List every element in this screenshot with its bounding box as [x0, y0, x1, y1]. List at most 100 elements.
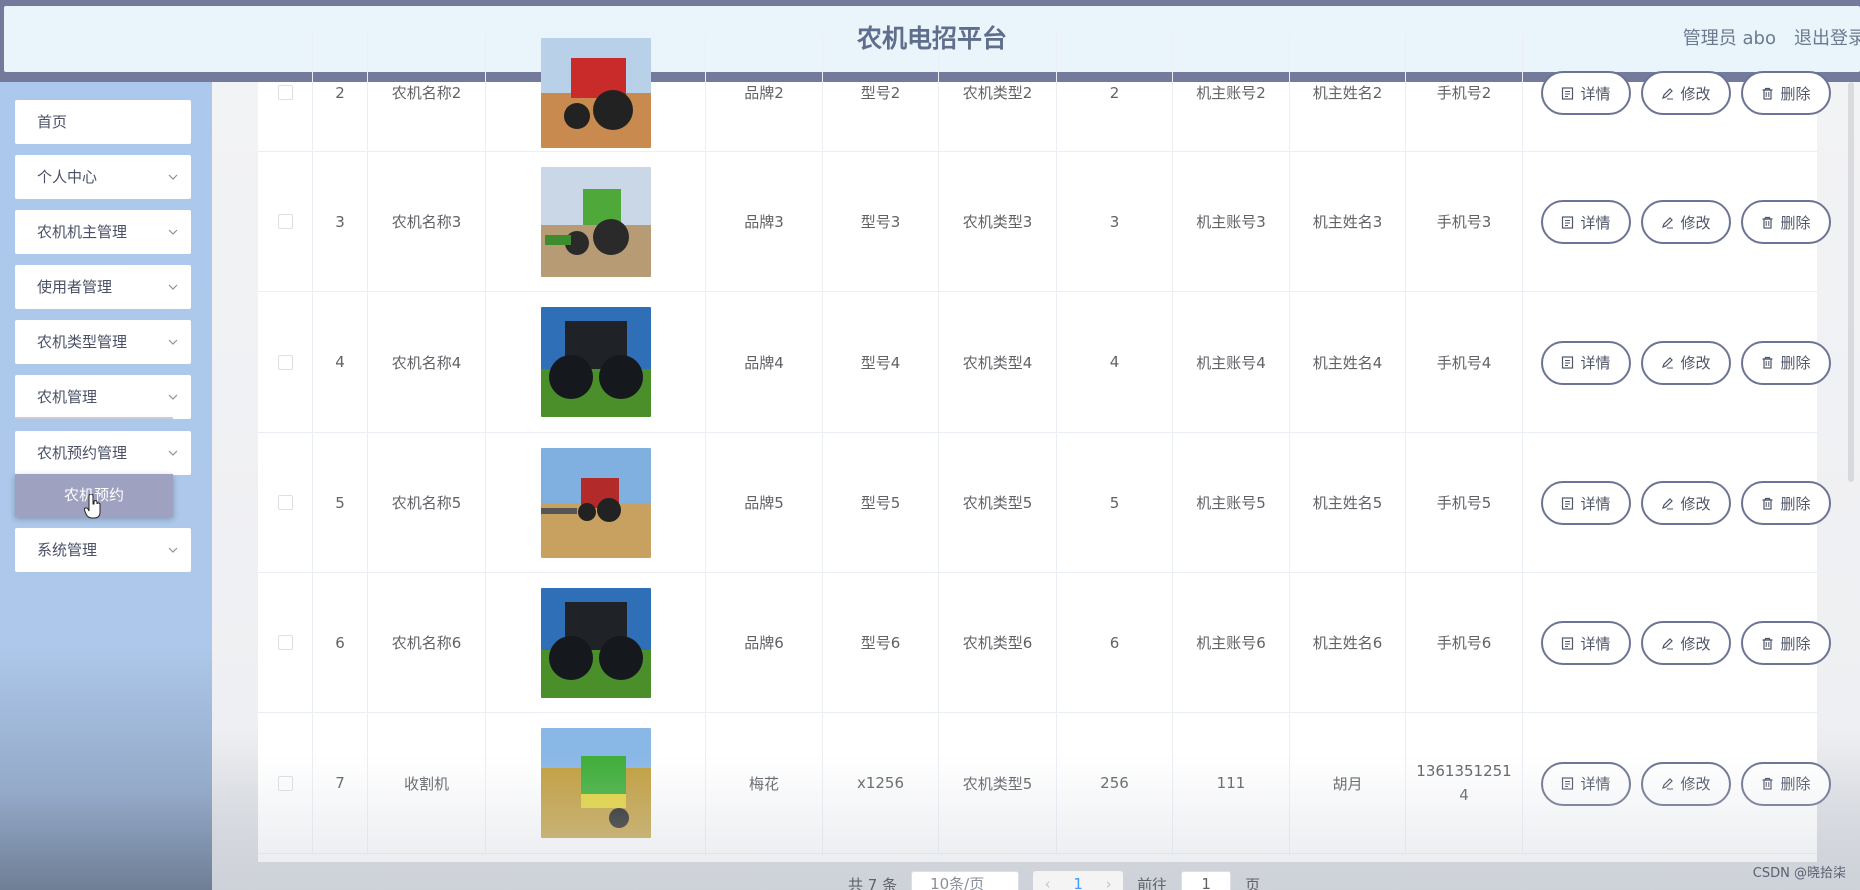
image-cell [486, 713, 706, 853]
menu-divider [15, 417, 173, 419]
cell-owner-account: 机主账号5 [1173, 433, 1290, 572]
delete-button[interactable]: 删除 [1741, 71, 1831, 115]
pencil-icon [1661, 356, 1674, 369]
row-checkbox[interactable] [277, 354, 293, 370]
page-size-select[interactable]: 10条/页 [911, 871, 1020, 890]
edit-button[interactable]: 修改 [1641, 71, 1731, 115]
cell-count: 3 [1057, 152, 1173, 291]
cell-index: 2 [313, 34, 368, 151]
detail-button[interactable]: 详情 [1541, 761, 1631, 806]
sidebar-item-label: 使用者管理 [37, 278, 113, 296]
table-row: 6 农机名称6 品牌6 型号6 农机类型6 6 机主账号6 机主姓名6 手机号6 详情 修改 删除 [258, 573, 1831, 713]
trash-icon [1761, 87, 1774, 100]
select-cell [258, 34, 313, 151]
cell-index: 6 [313, 573, 368, 712]
sidebar-item-type-management[interactable]: 农机类型管理 [15, 320, 191, 364]
edit-button[interactable]: 修改 [1641, 200, 1731, 244]
hand-cursor-icon [84, 494, 101, 519]
row-checkbox[interactable] [277, 775, 293, 791]
machine-table: 2 农机名称2 品牌2 型号2 农机类型2 2 机主账号2 机主姓名2 手机号2 详情 修改 删除 3 农… [258, 34, 1831, 862]
chevron-down-icon [167, 375, 179, 419]
chevron-down-icon [167, 528, 179, 572]
cell-count: 4 [1057, 292, 1173, 432]
goto-page-input[interactable]: 1 [1181, 871, 1232, 890]
cell-owner-name: 机主姓名4 [1290, 292, 1406, 432]
current-page[interactable]: 1 [1073, 875, 1083, 890]
button-label: 详情 [1580, 213, 1611, 232]
pencil-icon [1661, 637, 1674, 650]
detail-button[interactable]: 详情 [1541, 200, 1631, 244]
image-cell [486, 292, 706, 432]
row-checkbox[interactable] [277, 635, 293, 650]
pencil-icon [1661, 216, 1674, 229]
delete-button[interactable]: 删除 [1741, 761, 1831, 806]
document-icon [1561, 86, 1574, 100]
document-icon [1561, 636, 1574, 650]
cell-model: 型号2 [823, 34, 939, 151]
cell-type: 农机类型2 [939, 34, 1057, 151]
chevron-down-icon [167, 431, 179, 475]
sidebar-item-owner-management[interactable]: 农机机主管理 [15, 210, 191, 254]
machine-image [540, 307, 651, 417]
trash-icon [1761, 637, 1774, 650]
pencil-icon [1661, 87, 1674, 100]
delete-button[interactable]: 删除 [1741, 481, 1831, 525]
button-label: 修改 [1680, 775, 1711, 793]
trash-icon [1761, 356, 1774, 369]
phone-line: 1361351251 [1416, 762, 1512, 780]
edit-button[interactable]: 修改 [1641, 340, 1731, 385]
edit-button[interactable]: 修改 [1641, 761, 1731, 806]
select-cell [258, 433, 313, 572]
row-checkbox[interactable] [277, 85, 293, 100]
machine-image [540, 587, 651, 698]
document-icon [1561, 356, 1574, 369]
cell-brand: 梅花 [706, 713, 823, 853]
cell-owner-name: 机主姓名2 [1290, 34, 1406, 151]
scrollbar[interactable] [1848, 82, 1854, 482]
detail-button[interactable]: 详情 [1541, 621, 1631, 665]
cell-type: 农机类型5 [939, 713, 1057, 853]
cell-model: 型号6 [823, 573, 939, 712]
sidebar-item-reservation-management[interactable]: 农机预约管理 [15, 431, 191, 475]
image-cell [486, 573, 706, 712]
delete-button[interactable]: 删除 [1741, 340, 1831, 385]
edit-button[interactable]: 修改 [1641, 481, 1731, 525]
cell-model: 型号5 [823, 433, 939, 572]
delete-button[interactable]: 删除 [1741, 200, 1831, 244]
sidebar-item-machine-management[interactable]: 农机管理 [15, 375, 191, 419]
edit-button[interactable]: 修改 [1641, 621, 1731, 665]
select-cell [258, 152, 313, 291]
sidebar-item-personal-center[interactable]: 个人中心 [15, 155, 191, 199]
prev-page-icon[interactable]: ‹ [1045, 875, 1051, 890]
cell-index: 5 [313, 433, 368, 572]
sidebar-item-system-management[interactable]: 系统管理 [15, 528, 191, 572]
detail-button[interactable]: 详情 [1541, 481, 1631, 525]
image-cell [486, 34, 706, 151]
cell-name: 农机名称5 [368, 433, 486, 572]
machine-image [540, 728, 651, 838]
sidebar-item-label: 农机机主管理 [37, 223, 128, 241]
cell-name: 农机名称6 [368, 573, 486, 712]
sidebar-item-user-management[interactable]: 使用者管理 [15, 265, 191, 309]
cell-phone: 手机号6 [1406, 573, 1523, 712]
table-row: 3 农机名称3 品牌3 型号3 农机类型3 3 机主账号3 机主姓名3 手机号3 详情 修改 删除 [258, 152, 1831, 292]
next-page-icon[interactable]: › [1106, 875, 1112, 890]
detail-button[interactable]: 详情 [1541, 340, 1631, 385]
machine-image [540, 166, 651, 277]
pencil-icon [1661, 777, 1674, 790]
sidebar-item-home[interactable]: 首页 [15, 100, 191, 144]
table-row: 7 收割机 梅花 x1256 农机类型5 256 111 胡月 1361351251 4 详情 修改 删… [258, 713, 1831, 854]
row-checkbox[interactable] [277, 214, 293, 229]
cell-owner-account: 机主账号3 [1173, 152, 1290, 291]
row-checkbox[interactable] [277, 495, 293, 510]
delete-button[interactable]: 删除 [1741, 621, 1831, 665]
select-cell [258, 292, 313, 432]
button-label: 删除 [1780, 775, 1811, 793]
button-label: 删除 [1780, 213, 1811, 232]
chevron-down-icon [167, 265, 179, 309]
button-label: 删除 [1780, 354, 1811, 372]
goto-label: 前往 [1137, 875, 1168, 890]
cell-phone: 手机号4 [1406, 292, 1523, 432]
detail-button[interactable]: 详情 [1541, 71, 1631, 115]
sidebar-item-label: 农机管理 [37, 388, 98, 406]
